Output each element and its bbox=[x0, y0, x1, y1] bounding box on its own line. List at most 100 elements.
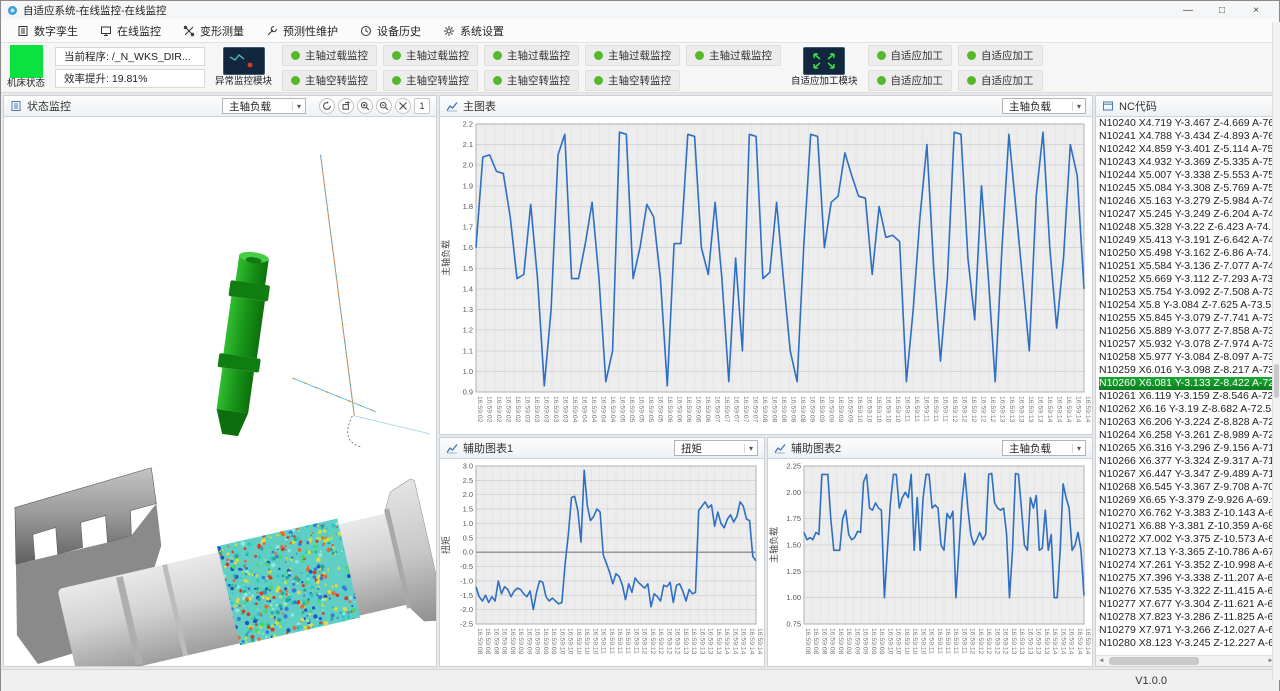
zoom-in-icon[interactable] bbox=[357, 98, 373, 114]
nc-line[interactable]: N10254 X5.8 Y-3.084 Z-7.625 A-73.571 C bbox=[1099, 299, 1276, 312]
nc-line[interactable]: N10264 X6.258 Y-3.261 Z-8.989 A-72.072 bbox=[1099, 429, 1276, 442]
nc-line[interactable]: N10250 X5.498 Y-3.162 Z-6.86 A-74.178 C bbox=[1099, 247, 1276, 260]
maximize-button[interactable]: □ bbox=[1205, 5, 1239, 16]
svg-text:16:59:03: 16:59:03 bbox=[562, 396, 569, 423]
nc-line[interactable]: N10256 X5.889 Y-3.077 Z-7.858 A-73.348 bbox=[1099, 325, 1276, 338]
nc-line[interactable]: N10265 X6.316 Y-3.296 Z-9.156 A-71.771 bbox=[1099, 442, 1276, 455]
spindle-overload-monitor-button[interactable]: 主轴过载监控 bbox=[383, 45, 478, 66]
aux-chart-2-title: 辅助图表2 bbox=[791, 440, 841, 456]
nc-line[interactable]: N10268 X6.545 Y-3.367 Z-9.708 A-70.519 bbox=[1099, 481, 1276, 494]
nc-line[interactable]: N10270 X6.762 Y-3.383 Z-10.143 A-69.34 bbox=[1099, 507, 1276, 520]
nc-line[interactable]: N10266 X6.377 Y-3.324 Z-9.317 A-71.443 bbox=[1099, 455, 1276, 468]
nc-line[interactable]: N10280 X8.123 Y-3.245 Z-12.227 A-62.23 bbox=[1099, 637, 1276, 650]
nc-line[interactable]: N10246 X5.163 Y-3.279 Z-5.984 A-74.892 bbox=[1099, 195, 1276, 208]
nc-vertical-scrollbar[interactable] bbox=[1272, 95, 1277, 667]
spindle-overload-monitor-button[interactable]: 主轴过载监控 bbox=[585, 45, 680, 66]
nc-line[interactable]: N10243 X4.932 Y-3.369 Z-5.335 A-75.523 bbox=[1099, 156, 1276, 169]
adaptive-buttons: 自适应加工自适应加工 自适应加工自适应加工 bbox=[868, 45, 1043, 91]
menu-item-deformation-measure[interactable]: 变形测量 bbox=[173, 21, 254, 41]
zoom-out-icon[interactable] bbox=[376, 98, 392, 114]
3d-viewer[interactable] bbox=[4, 117, 436, 666]
nc-line[interactable]: N10279 X7.971 Y-3.266 Z-12.027 A-62.98 bbox=[1099, 624, 1276, 637]
menu-item-device-history[interactable]: 设备历史 bbox=[350, 21, 431, 41]
nc-line[interactable]: N10271 X6.88 Y-3.381 Z-10.359 A-68.711 bbox=[1099, 520, 1276, 533]
status-dot-icon bbox=[967, 76, 976, 85]
spindle-idle-monitor-button-label: 主轴空转监控 bbox=[608, 73, 671, 88]
nc-line[interactable]: N10277 X7.677 Y-3.304 Z-11.621 A-64.48 bbox=[1099, 598, 1276, 611]
spindle-idle-monitor-button[interactable]: 主轴空转监控 bbox=[484, 70, 579, 91]
fit-view-icon[interactable] bbox=[395, 98, 411, 114]
nc-line[interactable]: N10259 X6.016 Y-3.098 Z-8.217 A-73.036 bbox=[1099, 364, 1276, 377]
nc-line[interactable]: N10249 X5.413 Y-3.191 Z-6.642 A-74.346 bbox=[1099, 234, 1276, 247]
main-chart-metric-select[interactable]: 主轴负载 ▾ bbox=[1002, 98, 1086, 114]
nc-line[interactable]: N10253 X5.754 Y-3.092 Z-7.508 A-73.677 bbox=[1099, 286, 1276, 299]
aux-chart-1-metric-select[interactable]: 扭矩 ▾ bbox=[674, 440, 758, 456]
spindle-idle-monitor-button[interactable]: 主轴空转监控 bbox=[282, 70, 377, 91]
svg-text:16:59:03: 16:59:03 bbox=[543, 396, 550, 423]
aux-chart-1-panel: 辅助图表1 扭矩 ▾ 16:59:0816:59:0816:59:0816:59… bbox=[439, 437, 765, 667]
menu-item-digital-twin[interactable]: 数字孪生 bbox=[7, 21, 88, 41]
menu-item-predictive-maintenance[interactable]: 预测性维护 bbox=[256, 21, 348, 41]
nc-line[interactable]: N10244 X5.007 Y-3.338 Z-5.553 A-75.297 bbox=[1099, 169, 1276, 182]
machine-status: 机床状态 bbox=[7, 45, 45, 89]
aux-chart-2-metric-select[interactable]: 主轴负载 ▾ bbox=[1002, 440, 1086, 456]
close-button[interactable]: × bbox=[1239, 5, 1273, 16]
nc-line[interactable]: N10247 X5.245 Y-3.249 Z-6.204 A-74.701 bbox=[1099, 208, 1276, 221]
viewer-metric-select[interactable]: 主轴负载 ▾ bbox=[222, 98, 306, 114]
nc-line[interactable]: N10245 X5.084 Y-3.308 Z-5.769 A-75.088 bbox=[1099, 182, 1276, 195]
anomaly-module-label: 异常监控模块 bbox=[215, 76, 272, 87]
nc-line-current[interactable]: N10260 X6.081 Y-3.133 Z-8.422 A-72.835 bbox=[1099, 377, 1276, 390]
rotate-icon[interactable] bbox=[338, 98, 354, 114]
svg-text:16:59:05: 16:59:05 bbox=[619, 396, 626, 423]
svg-text:16:59:02: 16:59:02 bbox=[486, 396, 493, 423]
nc-line[interactable]: N10278 X7.823 Y-3.286 Z-11.825 A-63.73 bbox=[1099, 611, 1276, 624]
nc-line[interactable]: N10258 X5.977 Y-3.084 Z-8.097 A-73.138 bbox=[1099, 351, 1276, 364]
adaptive-machining-button[interactable]: 自适应加工 bbox=[868, 45, 953, 66]
svg-text:1.3: 1.3 bbox=[463, 305, 473, 314]
menu-item-label: 预测性维护 bbox=[283, 23, 338, 39]
spindle-idle-monitor-button[interactable]: 主轴空转监控 bbox=[383, 70, 478, 91]
nc-line[interactable]: N10275 X7.396 Y-3.338 Z-11.207 A-65.95 bbox=[1099, 572, 1276, 585]
nc-line[interactable]: N10274 X7.261 Y-3.352 Z-10.998 A-66.67 bbox=[1099, 559, 1276, 572]
nc-line[interactable]: N10273 X7.13 Y-3.365 Z-10.786 A-67.372 bbox=[1099, 546, 1276, 559]
nc-line[interactable]: N10251 X5.584 Y-3.136 Z-7.077 A-74.012 bbox=[1099, 260, 1276, 273]
nc-line[interactable]: N10261 X6.119 Y-3.159 Z-8.546 A-72.701 bbox=[1099, 390, 1276, 403]
layout-1-button[interactable]: 1 bbox=[414, 98, 430, 114]
nc-line[interactable]: N10269 X6.65 Y-3.379 Z-9.926 A-69.947 C bbox=[1099, 494, 1276, 507]
orbit-icon[interactable] bbox=[319, 98, 335, 114]
adaptive-machining-button[interactable]: 自适应加工 bbox=[958, 45, 1043, 66]
svg-text:16:59:09: 16:59:09 bbox=[525, 628, 532, 655]
nc-line[interactable]: N10263 X6.206 Y-3.224 Z-8.828 A-72.33 C bbox=[1099, 416, 1276, 429]
nc-line[interactable]: N10262 X6.16 Y-3.19 Z-8.682 A-72.534 C bbox=[1099, 403, 1276, 416]
adaptive-machining-button[interactable]: 自适应加工 bbox=[868, 70, 953, 91]
nc-line[interactable]: N10267 X6.447 Y-3.347 Z-9.489 A-71.055 bbox=[1099, 468, 1276, 481]
nc-horizontal-scrollbar[interactable]: ◄ ► bbox=[1096, 655, 1276, 666]
nc-line[interactable]: N10255 X5.845 Y-3.079 Z-7.741 A-73.458 bbox=[1099, 312, 1276, 325]
svg-text:16:59:13: 16:59:13 bbox=[1008, 396, 1015, 423]
svg-text:16:59:13: 16:59:13 bbox=[1010, 628, 1017, 655]
nc-line[interactable]: N10252 X5.669 Y-3.112 Z-7.293 A-73.844 bbox=[1099, 273, 1276, 286]
nc-line[interactable]: N10272 X7.002 Y-3.375 Z-10.573 A-68.05 bbox=[1099, 533, 1276, 546]
scroll-left-icon[interactable]: ◄ bbox=[1096, 658, 1107, 664]
nc-line[interactable]: N10276 X7.535 Y-3.322 Z-11.415 A-65.22 bbox=[1099, 585, 1276, 598]
menu-item-online-monitor[interactable]: 在线监控 bbox=[90, 21, 171, 41]
svg-text:16:59:12: 16:59:12 bbox=[641, 628, 648, 655]
nc-hscroll-thumb[interactable] bbox=[1109, 657, 1199, 665]
nc-line[interactable]: N10242 X4.859 Y-3.401 Z-5.114 A-75.775 bbox=[1099, 143, 1276, 156]
spindle-overload-monitor-button[interactable]: 主轴过载监控 bbox=[484, 45, 579, 66]
adaptive-machining-button[interactable]: 自适应加工 bbox=[958, 70, 1043, 91]
spindle-idle-monitor-button[interactable]: 主轴空转监控 bbox=[585, 70, 680, 91]
menu-item-system-settings[interactable]: 系统设置 bbox=[433, 21, 514, 41]
nc-line[interactable]: N10257 X5.932 Y-3.078 Z-7.974 A-73.243 bbox=[1099, 338, 1276, 351]
nc-vscroll-thumb[interactable] bbox=[1274, 364, 1277, 398]
status-dot-icon bbox=[392, 51, 401, 60]
minimize-button[interactable]: — bbox=[1171, 5, 1205, 16]
nc-panel-title: NC代码 bbox=[1119, 98, 1157, 114]
toolbar: 机床状态 当前程序: /_N_WKS_DIR... 效率提升: 19.81% 异… bbox=[1, 43, 1279, 93]
nc-line[interactable]: N10248 X5.328 Y-3.22 Z-6.423 A-74.52 C bbox=[1099, 221, 1276, 234]
spindle-overload-monitor-button[interactable]: 主轴过载监控 bbox=[686, 45, 781, 66]
nc-line[interactable]: N10241 X4.788 Y-3.434 Z-4.893 A-76.062 bbox=[1099, 130, 1276, 143]
spindle-overload-monitor-button[interactable]: 主轴过载监控 bbox=[282, 45, 377, 66]
svg-text:16:59:02: 16:59:02 bbox=[495, 396, 502, 423]
nc-line[interactable]: N10240 X4.719 Y-3.467 Z-4.669 A-76.396 bbox=[1099, 117, 1276, 130]
